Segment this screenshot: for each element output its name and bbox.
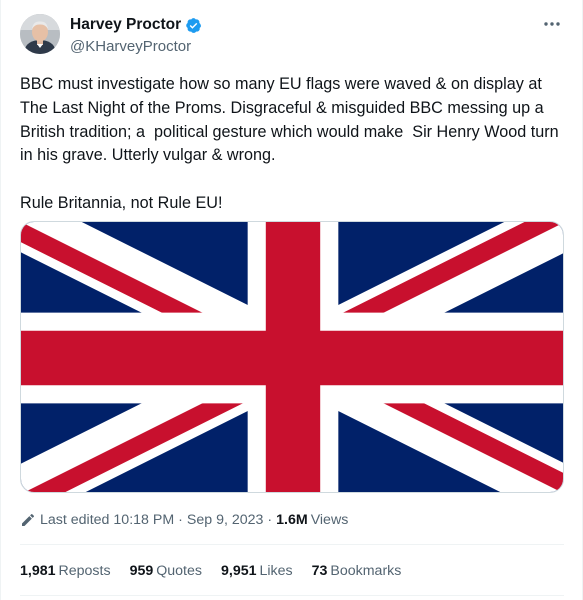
display-name-row: Harvey Proctor [70,16,202,34]
tweet-meta: Last edited 10:18 PM · Sep 9, 2023 · 1.6… [20,510,348,530]
tweet-header: Harvey Proctor @KHarveyProctor [20,14,570,58]
author-handle[interactable]: @KHarveyProctor [70,38,202,55]
tweet-card: Harvey Proctor @KHarveyProctor BBC must … [0,0,583,600]
avatar[interactable] [20,14,60,54]
likes-count: 9,951 [220,563,257,579]
tweet-paragraph: Rule Britannia, not Rule EU! [20,193,223,212]
tweet-paragraph: BBC must investigate how so many EU flag… [20,75,564,165]
views-label: Views [310,512,349,528]
bookmarks-label: Bookmarks [330,563,402,579]
more-dots-icon [544,22,560,26]
author-display-name[interactable]: Harvey Proctor [70,16,181,34]
tweet-time[interactable]: 10:18 PM [113,512,174,528]
reposts-count: 1,981 [20,563,56,579]
likes-label: Likes [259,563,293,579]
divider [20,595,564,596]
verified-badge-icon[interactable] [185,17,202,34]
tweet-text: BBC must investigate how so many EU flag… [20,73,565,216]
bookmarks-stat[interactable]: 73 Bookmarks [312,563,402,579]
author-names: Harvey Proctor @KHarveyProctor [70,16,202,55]
reposts-stat[interactable]: 1,981 Reposts [20,563,111,579]
divider [20,544,564,545]
last-edited-label[interactable]: Last edited [40,512,109,528]
avatar-image [20,14,60,54]
meta-separator: · [267,512,273,528]
views-count: 1.6M [276,512,308,528]
quotes-stat[interactable]: 959 Quotes [130,563,202,579]
tweet-date[interactable]: Sep 9, 2023 [187,512,264,528]
meta-separator: · [178,512,183,528]
quotes-label: Quotes [156,563,202,579]
union-jack-flag-icon [21,222,563,492]
likes-stat[interactable]: 9,951 Likes [221,563,293,579]
reposts-label: Reposts [58,563,111,579]
quotes-count: 959 [129,563,154,579]
more-options-button[interactable] [540,14,564,34]
tweet-media-image[interactable] [20,221,564,493]
engagement-stats: 1,981 Reposts 959 Quotes 9,951 Likes 73 Book… [20,561,420,581]
pencil-edit-icon [22,513,35,526]
bookmarks-count: 73 [311,563,328,579]
